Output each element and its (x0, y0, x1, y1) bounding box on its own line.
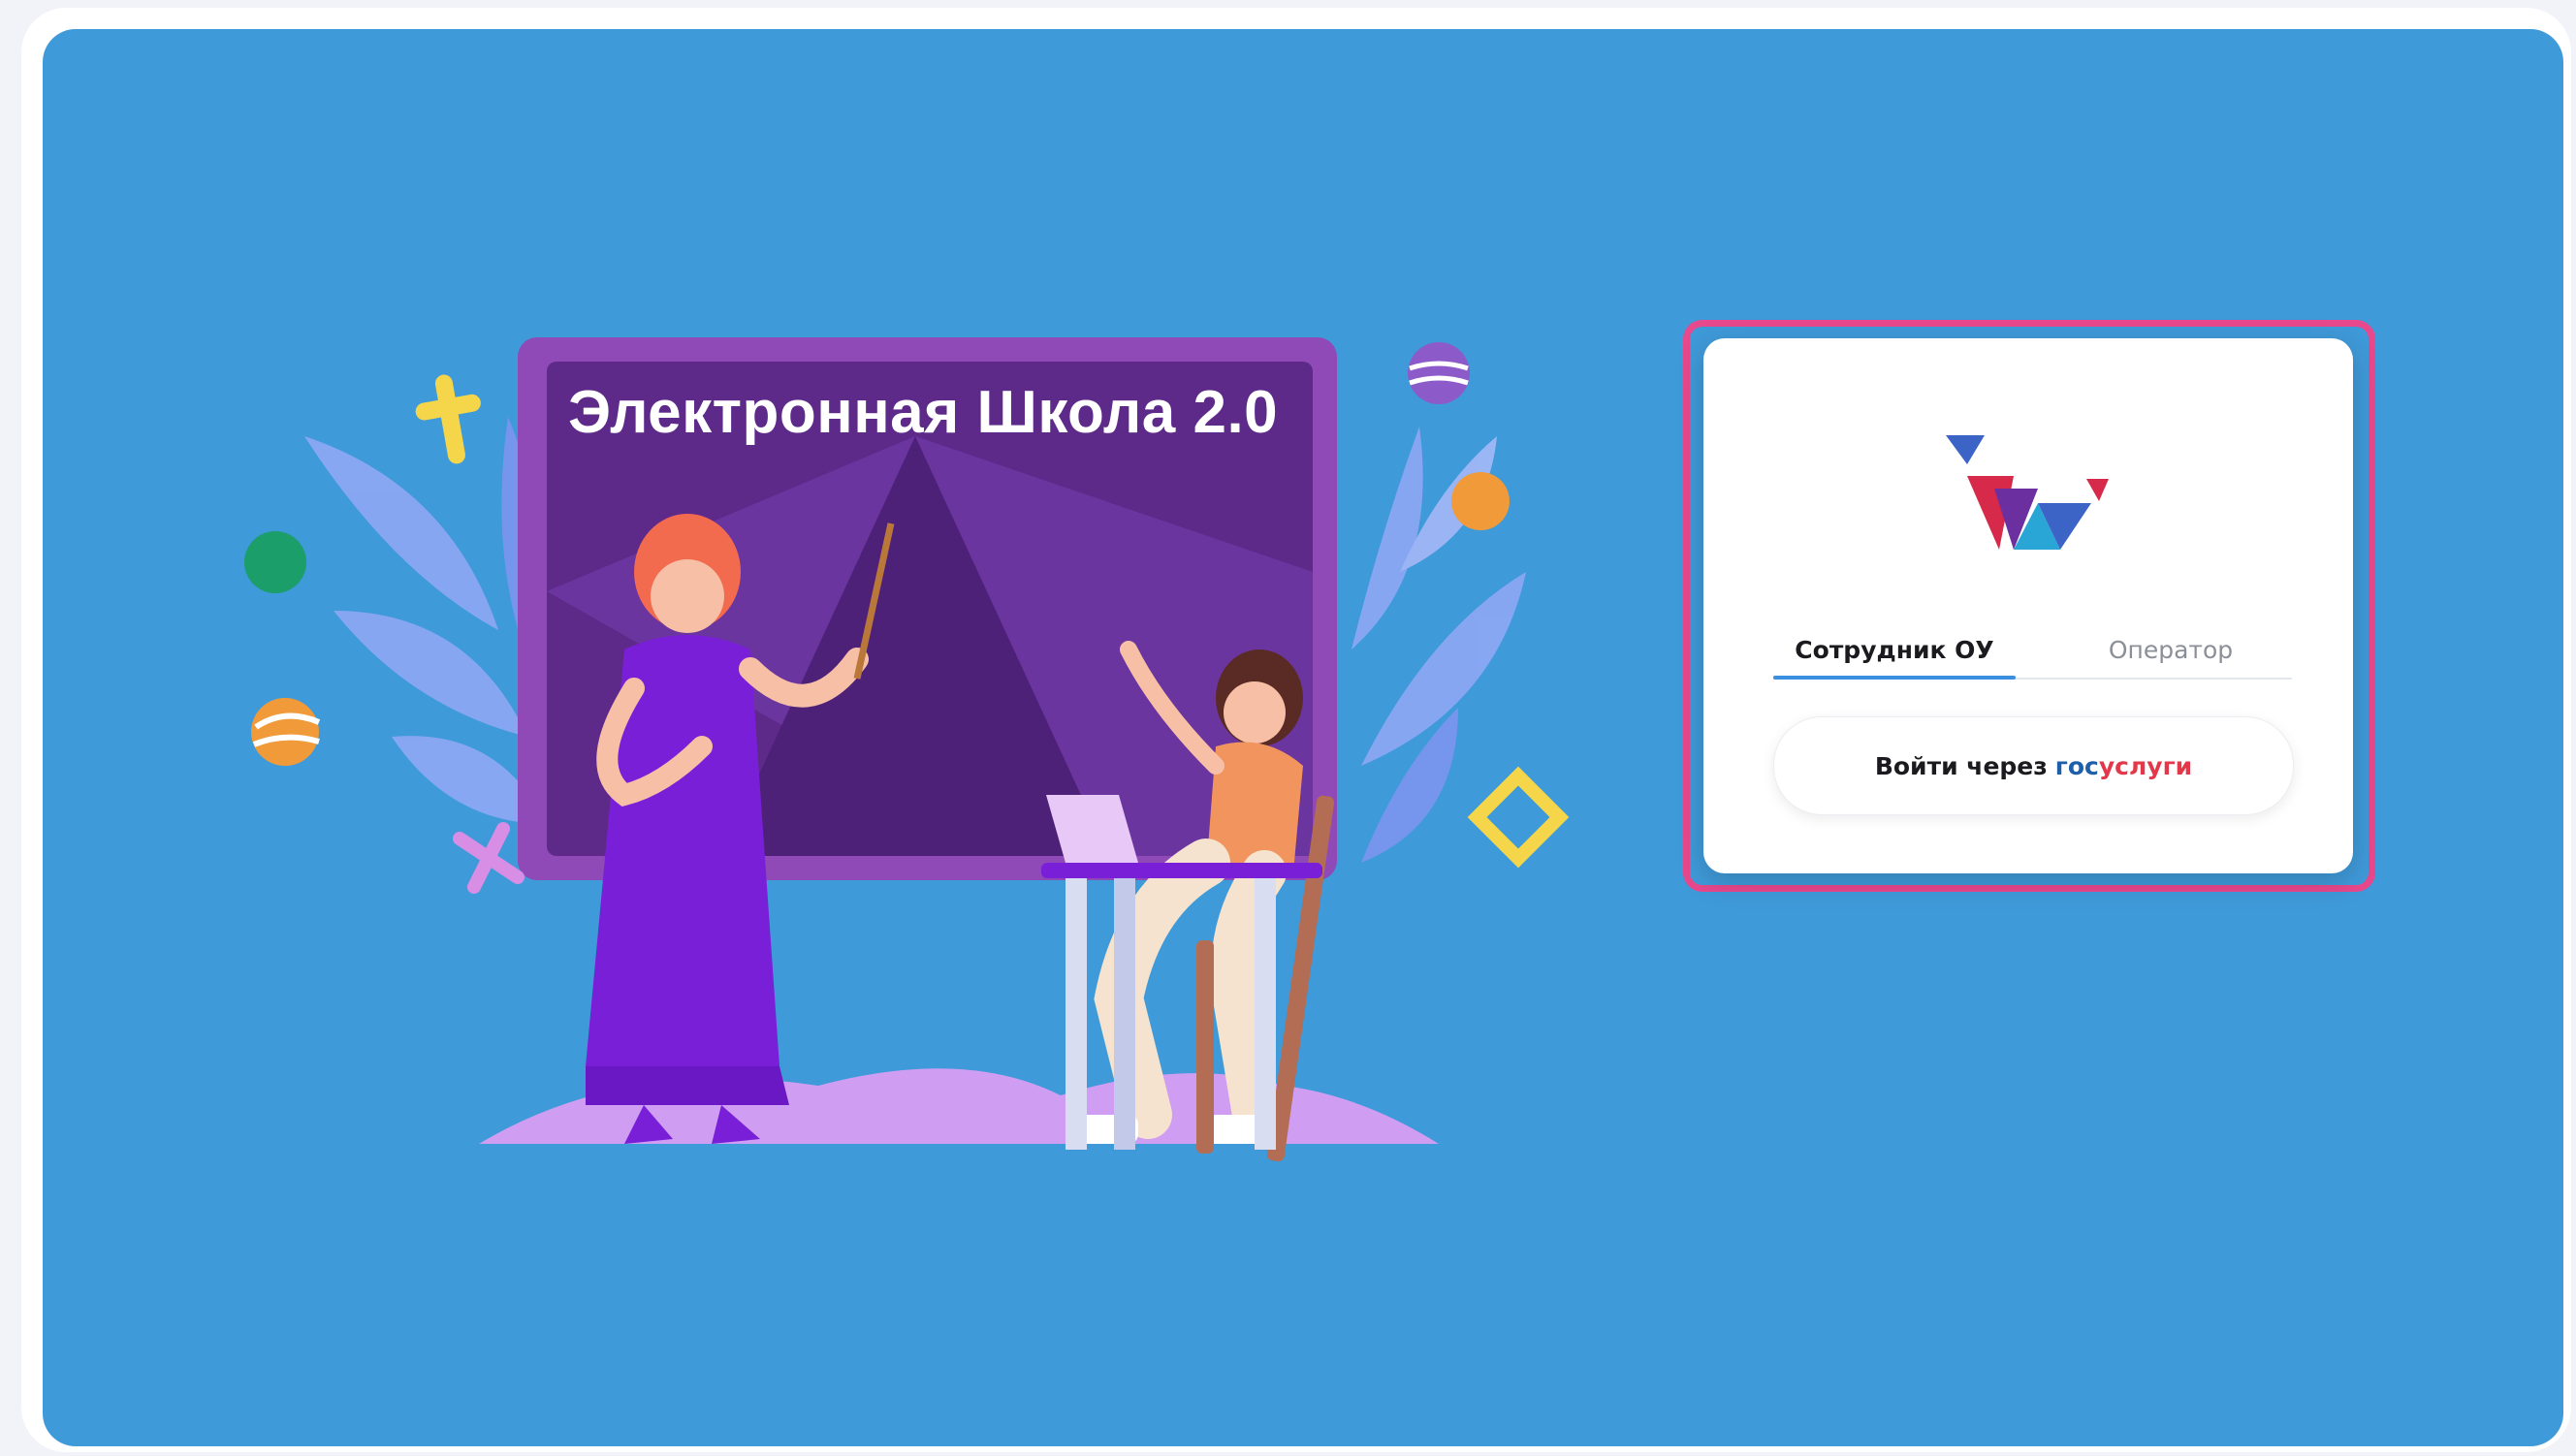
board-title: Электронная Школа 2.0 (568, 379, 1279, 446)
role-tabs: Сотрудник ОУ Оператор (1773, 629, 2292, 680)
tab-employee[interactable]: Сотрудник ОУ (1773, 629, 2016, 680)
hero-illustration: Электронная Школа 2.0 (43, 29, 1691, 1446)
gosuslugi-login-button[interactable]: Войти через гос услуги (1773, 716, 2294, 815)
school-illustration (244, 337, 1570, 1162)
login-page: Электронная Школа 2.0 Сотрудник ОУ Опера… (43, 29, 2563, 1446)
login-card: Сотрудник ОУ Оператор Войти через гос ус… (1703, 338, 2353, 873)
gos-button-prefix: Войти через (1874, 751, 2048, 780)
left-leaves (304, 417, 547, 824)
tab-operator[interactable]: Оператор (2050, 629, 2292, 678)
gos-brand-part2: услуги (2098, 751, 2193, 780)
gos-brand-part1: гос (2054, 751, 2099, 780)
school-logo-icon (1946, 435, 2109, 550)
